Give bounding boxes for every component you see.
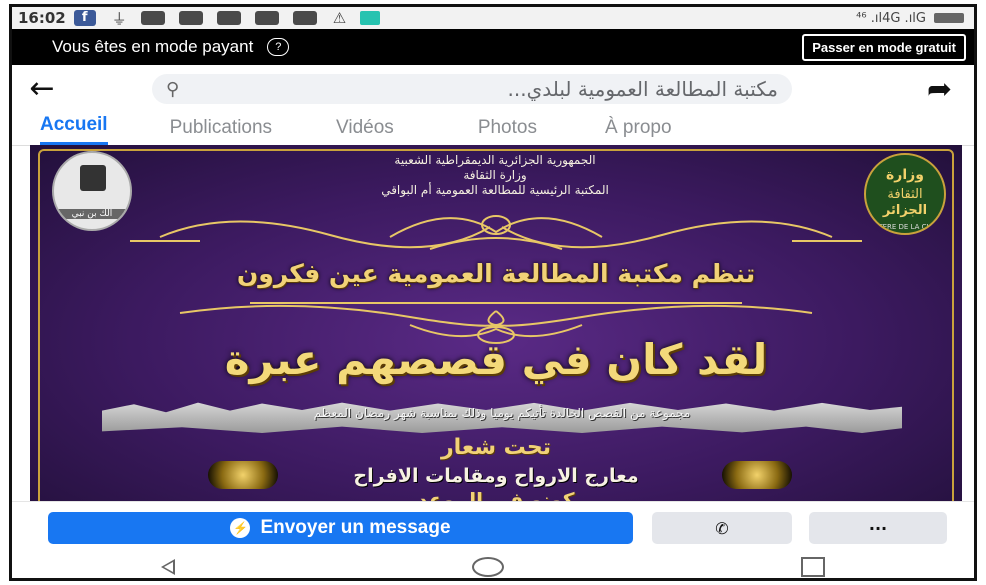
status-bar: 16:02 f ⏚ ⚠ ⁴⁶ .ıl4G .ılG	[12, 7, 974, 29]
search-bar: ← ⚲ مكتبة المطالعة العمومية لبلدي... ➦	[12, 65, 974, 113]
search-query: مكتبة المطالعة العمومية لبلدي...	[507, 77, 778, 101]
back-arrow-icon[interactable]: ←	[12, 74, 72, 104]
youtube-notification-icon	[292, 11, 317, 25]
tab-publications[interactable]: Publications	[170, 117, 272, 145]
youtube-notification-icon	[254, 11, 279, 25]
phone-icon: ✆	[715, 518, 729, 538]
signal-indicator: ⁴⁶ .ıl4G .ılG	[856, 10, 926, 26]
slogan-text: معارج الارواح ومقامات الافراح	[353, 465, 639, 487]
header-line: الجمهورية الجزائرية الديمقراطية الشعبية	[394, 153, 596, 167]
youtube-notification-icon	[178, 11, 203, 25]
tab-videos[interactable]: Vidéos	[336, 117, 394, 145]
warning-icon: ⚠	[332, 9, 347, 27]
app-notification-icon	[360, 11, 381, 25]
page-tabs: Accueil Publications Vidéos Photos À pro…	[12, 113, 974, 146]
slogan-label: تحت شعار	[440, 435, 552, 460]
usb-icon: ⏚	[111, 9, 127, 28]
youtube-notification-icon	[216, 11, 241, 25]
tab-accueil[interactable]: Accueil	[40, 114, 108, 145]
share-icon[interactable]: ➦	[927, 72, 952, 107]
send-message-label: Envoyer un message	[260, 517, 451, 538]
header-line: المكتبة الرئيسية للمطالعة العمومية أم ال…	[381, 183, 609, 197]
header-line: وزارة الثقافة	[463, 168, 527, 182]
more-icon: ···	[868, 518, 888, 538]
paid-mode-bar: Vous êtes en mode payant ? Passer en mod…	[12, 29, 974, 65]
poster-headline: لقد كان في قصصهم عبرة	[224, 335, 768, 384]
page-action-bar: ⚡ Envoyer un message ✆ ···	[12, 501, 974, 550]
ornament-divider	[130, 215, 862, 250]
organizer-line: تنظم مكتبة المطالعة العمومية عين فكرون	[236, 259, 756, 288]
nav-home-icon[interactable]	[471, 556, 504, 577]
poster-header: الجمهورية الجزائرية الديمقراطية الشعبية …	[260, 153, 730, 198]
send-message-button[interactable]: ⚡ Envoyer un message	[48, 512, 633, 544]
figure-icon	[80, 165, 106, 191]
cover-poster[interactable]: الك بن نبي وزارة الثقافة الجزائر TERE DE…	[30, 145, 962, 501]
nav-recents-icon[interactable]	[801, 556, 826, 577]
closing-line: كونو في الموعد	[417, 488, 575, 501]
call-button[interactable]: ✆	[652, 512, 792, 544]
system-nav-bar	[12, 549, 974, 578]
switch-free-mode-button[interactable]: Passer en mode gratuit	[802, 33, 966, 61]
search-icon: ⚲	[166, 78, 180, 100]
more-options-button[interactable]: ···	[809, 512, 947, 544]
phone-screen: 16:02 f ⏚ ⚠ ⁴⁶ .ıl4G .ılG Vous êtes en m…	[9, 4, 977, 581]
search-input[interactable]: ⚲ مكتبة المطالعة العمومية لبلدي...	[152, 74, 792, 104]
tab-photos[interactable]: Photos	[478, 117, 537, 145]
nav-back-icon[interactable]	[160, 558, 175, 575]
tab-a-propos[interactable]: À propo	[605, 117, 672, 145]
battery-icon	[934, 13, 964, 23]
youtube-notification-icon	[140, 11, 165, 25]
status-time: 16:02	[18, 9, 66, 27]
banner-text: مجموعة من القصص الخالدة تأتيكم يوميا وذل…	[313, 406, 691, 420]
ministry-logo-line: وزارة	[886, 167, 924, 183]
paid-mode-text: Vous êtes en mode payant	[52, 37, 254, 56]
facebook-notification-icon: f	[73, 10, 96, 26]
messenger-icon: ⚡	[230, 518, 251, 538]
help-icon[interactable]: ?	[267, 38, 290, 56]
